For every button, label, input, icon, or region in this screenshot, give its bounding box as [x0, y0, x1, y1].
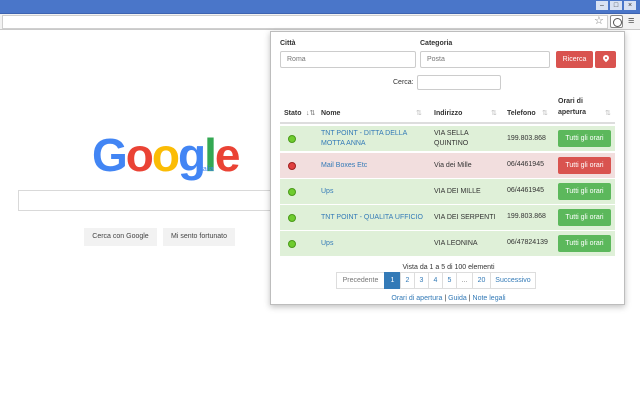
pagination: Precedente 1 2 3 4 5 ... 20 Successivo — [336, 272, 536, 289]
sort-icon[interactable]: ⇅ — [542, 109, 548, 117]
store-address: VIA DEI MILLE — [434, 188, 481, 195]
google-logo: Google — [92, 129, 240, 181]
store-address: VIA LEONINA — [434, 240, 478, 247]
google-search-input[interactable] — [18, 190, 298, 211]
sort-asc-icon[interactable]: ↓⇅ — [306, 109, 315, 117]
popup-footer: Orari di apertura | Guida | Note legali — [271, 295, 626, 302]
filter-input[interactable] — [417, 75, 501, 90]
map-pin-icon — [601, 53, 611, 63]
store-name-link[interactable]: TNT POINT - DITTA DELLA MOTTA ANNA — [321, 129, 425, 149]
help-link[interactable]: Guida — [448, 295, 467, 302]
footer-separator: | — [468, 295, 471, 302]
table-row: TNT POINT - DITTA DELLA MOTTA ANNA VIA S… — [280, 126, 615, 151]
browser-toolbar: ☆ ≡ — [0, 14, 640, 30]
table-header: Stato ↓⇅ Nome ⇅ Indirizzo ⇅ Telefono ⇅ O… — [280, 98, 615, 124]
close-window-button[interactable]: × — [624, 1, 636, 10]
status-open-icon — [288, 188, 296, 196]
search-button[interactable]: Ricerca — [556, 51, 593, 68]
next-page-button[interactable]: Successivo — [490, 272, 536, 289]
status-open-icon — [288, 240, 296, 248]
column-hours-line1[interactable]: Orari di — [558, 98, 583, 105]
store-address: Via dei Mille — [434, 162, 472, 169]
lucky-button[interactable]: Mi sento fortunato — [163, 228, 235, 246]
all-hours-button[interactable]: Tutti gli orari — [558, 183, 611, 200]
logo-country-label: Italia — [199, 166, 214, 173]
status-open-icon — [288, 214, 296, 222]
store-phone: 06/4461945 — [507, 161, 544, 168]
maximize-button[interactable]: □ — [610, 1, 622, 10]
sort-icon[interactable]: ⇅ — [416, 109, 422, 117]
all-hours-button[interactable]: Tutti gli orari — [558, 157, 611, 174]
store-name-link[interactable]: Ups — [321, 187, 425, 197]
table-row: Ups VIA LEONINA 06/47824139 Tutti gli or… — [280, 231, 615, 256]
status-closed-icon — [288, 162, 296, 170]
column-phone[interactable]: Telefono — [507, 110, 536, 117]
all-hours-button[interactable]: Tutti gli orari — [558, 130, 611, 147]
table-row: Ups VIA DEI MILLE 06/4461945 Tutti gli o… — [280, 179, 615, 204]
page-button[interactable]: 20 — [472, 272, 491, 289]
opening-hours-link[interactable]: Orari di apertura — [391, 295, 442, 302]
store-phone: 199.803.868 — [507, 135, 546, 142]
star-icon[interactable]: ☆ — [594, 14, 604, 28]
sort-icon[interactable]: ⇅ — [605, 109, 611, 117]
city-label: Città — [280, 40, 296, 47]
all-hours-button[interactable]: Tutti gli orari — [558, 235, 611, 252]
store-address: VIA SELLA QUINTINO — [434, 130, 469, 147]
page-button[interactable]: 3 — [414, 272, 429, 289]
category-label: Categoria — [420, 40, 453, 47]
filter-label: Cerca: — [393, 79, 414, 86]
legal-notes-link[interactable]: Note legali — [473, 295, 506, 302]
browser-title-bar: – □ × — [0, 0, 640, 13]
page-button[interactable]: 5 — [442, 272, 457, 289]
column-name[interactable]: Nome — [321, 110, 340, 117]
hamburger-menu-icon[interactable]: ≡ — [628, 14, 634, 29]
table-info: Vista da 1 a 5 di 100 elementi — [402, 264, 495, 271]
store-address: VIA DEI SERPENTI — [434, 214, 496, 221]
footer-separator: | — [444, 295, 447, 302]
column-hours-line2[interactable]: apertura — [558, 109, 586, 116]
all-hours-button[interactable]: Tutti gli orari — [558, 209, 611, 226]
store-phone: 06/4461945 — [507, 187, 544, 194]
store-name-link[interactable]: Mail Boxes Etc — [321, 161, 425, 171]
extension-popup: Città Categoria Ricerca Cerca: Stato ↓⇅ … — [270, 31, 625, 305]
google-search-button[interactable]: Cerca con Google — [84, 228, 157, 246]
page-button[interactable]: 1 — [384, 272, 401, 289]
column-status[interactable]: Stato — [284, 110, 302, 117]
page-ellipsis: ... — [456, 272, 473, 289]
city-input[interactable] — [280, 51, 416, 68]
page-button[interactable]: 2 — [400, 272, 415, 289]
map-button[interactable] — [595, 51, 616, 68]
minimize-button[interactable]: – — [596, 1, 608, 10]
store-phone: 06/47824139 — [507, 239, 548, 246]
table-row: TNT POINT - QUALITA UFFICIO VIA DEI SERP… — [280, 205, 615, 230]
table-row: Mail Boxes Etc Via dei Mille 06/4461945 … — [280, 153, 615, 178]
column-address[interactable]: Indirizzo — [434, 110, 462, 117]
store-name-link[interactable]: Ups — [321, 239, 425, 249]
category-input[interactable] — [420, 51, 550, 68]
status-open-icon — [288, 135, 296, 143]
page-button[interactable]: 4 — [428, 272, 443, 289]
store-name-link[interactable]: TNT POINT - QUALITA UFFICIO — [321, 213, 431, 223]
address-bar[interactable] — [2, 15, 608, 29]
clock-icon[interactable] — [610, 15, 623, 28]
sort-icon[interactable]: ⇅ — [491, 109, 497, 117]
window-controls: – □ × — [596, 1, 636, 10]
prev-page-button[interactable]: Precedente — [336, 272, 385, 289]
store-phone: 199.803.868 — [507, 213, 546, 220]
